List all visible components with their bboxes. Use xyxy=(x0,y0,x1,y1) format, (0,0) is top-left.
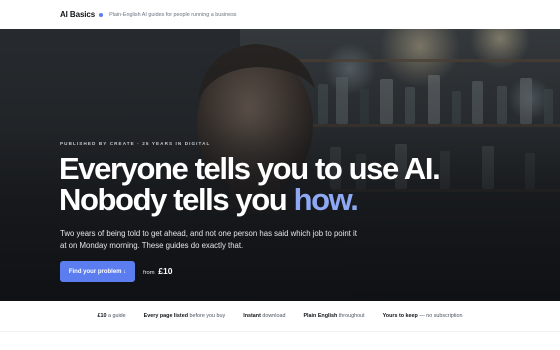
price-note: from £10 xyxy=(143,266,172,276)
price-prefix: from xyxy=(143,270,155,276)
site-tagline: Plain-English AI guides for people runni… xyxy=(109,11,237,18)
feature-item: Instant download xyxy=(243,313,286,319)
hero-section: PUBLISHED BY CREATE · 25 YEARS IN DIGITA… xyxy=(0,29,560,301)
publisher-eyebrow: PUBLISHED BY CREATE · 25 YEARS IN DIGITA… xyxy=(60,141,211,146)
find-your-problem-button[interactable]: Find your problem ↓ xyxy=(60,261,135,282)
feature-item: Plain English throughout xyxy=(303,313,365,319)
headline-accent-word: how. xyxy=(293,182,359,217)
headline-line-2: Nobody tells you how. xyxy=(59,184,439,215)
headline-line-1: Everyone tells you to use AI. xyxy=(59,151,441,186)
feature-item: Yours to keep — no subscription xyxy=(382,313,463,319)
dot-icon xyxy=(99,12,104,17)
hero-headline: Everyone tells you to use AI. Nobody tel… xyxy=(59,151,441,215)
site-header: AI Basics Plain-English AI guides for pe… xyxy=(0,0,560,29)
divider xyxy=(0,331,560,332)
headline-line-2-text: Nobody tells you xyxy=(59,182,294,217)
feature-item: £10 a guide xyxy=(97,313,126,319)
feature-item: Every page listed before you buy xyxy=(143,313,226,319)
hero-subtext: Two years of being told to get ahead, an… xyxy=(60,229,357,250)
brand-name[interactable]: AI Basics xyxy=(60,10,95,19)
feature-strip: £10 a guide Every page listed before you… xyxy=(0,301,560,331)
price-value: £10 xyxy=(158,266,173,276)
